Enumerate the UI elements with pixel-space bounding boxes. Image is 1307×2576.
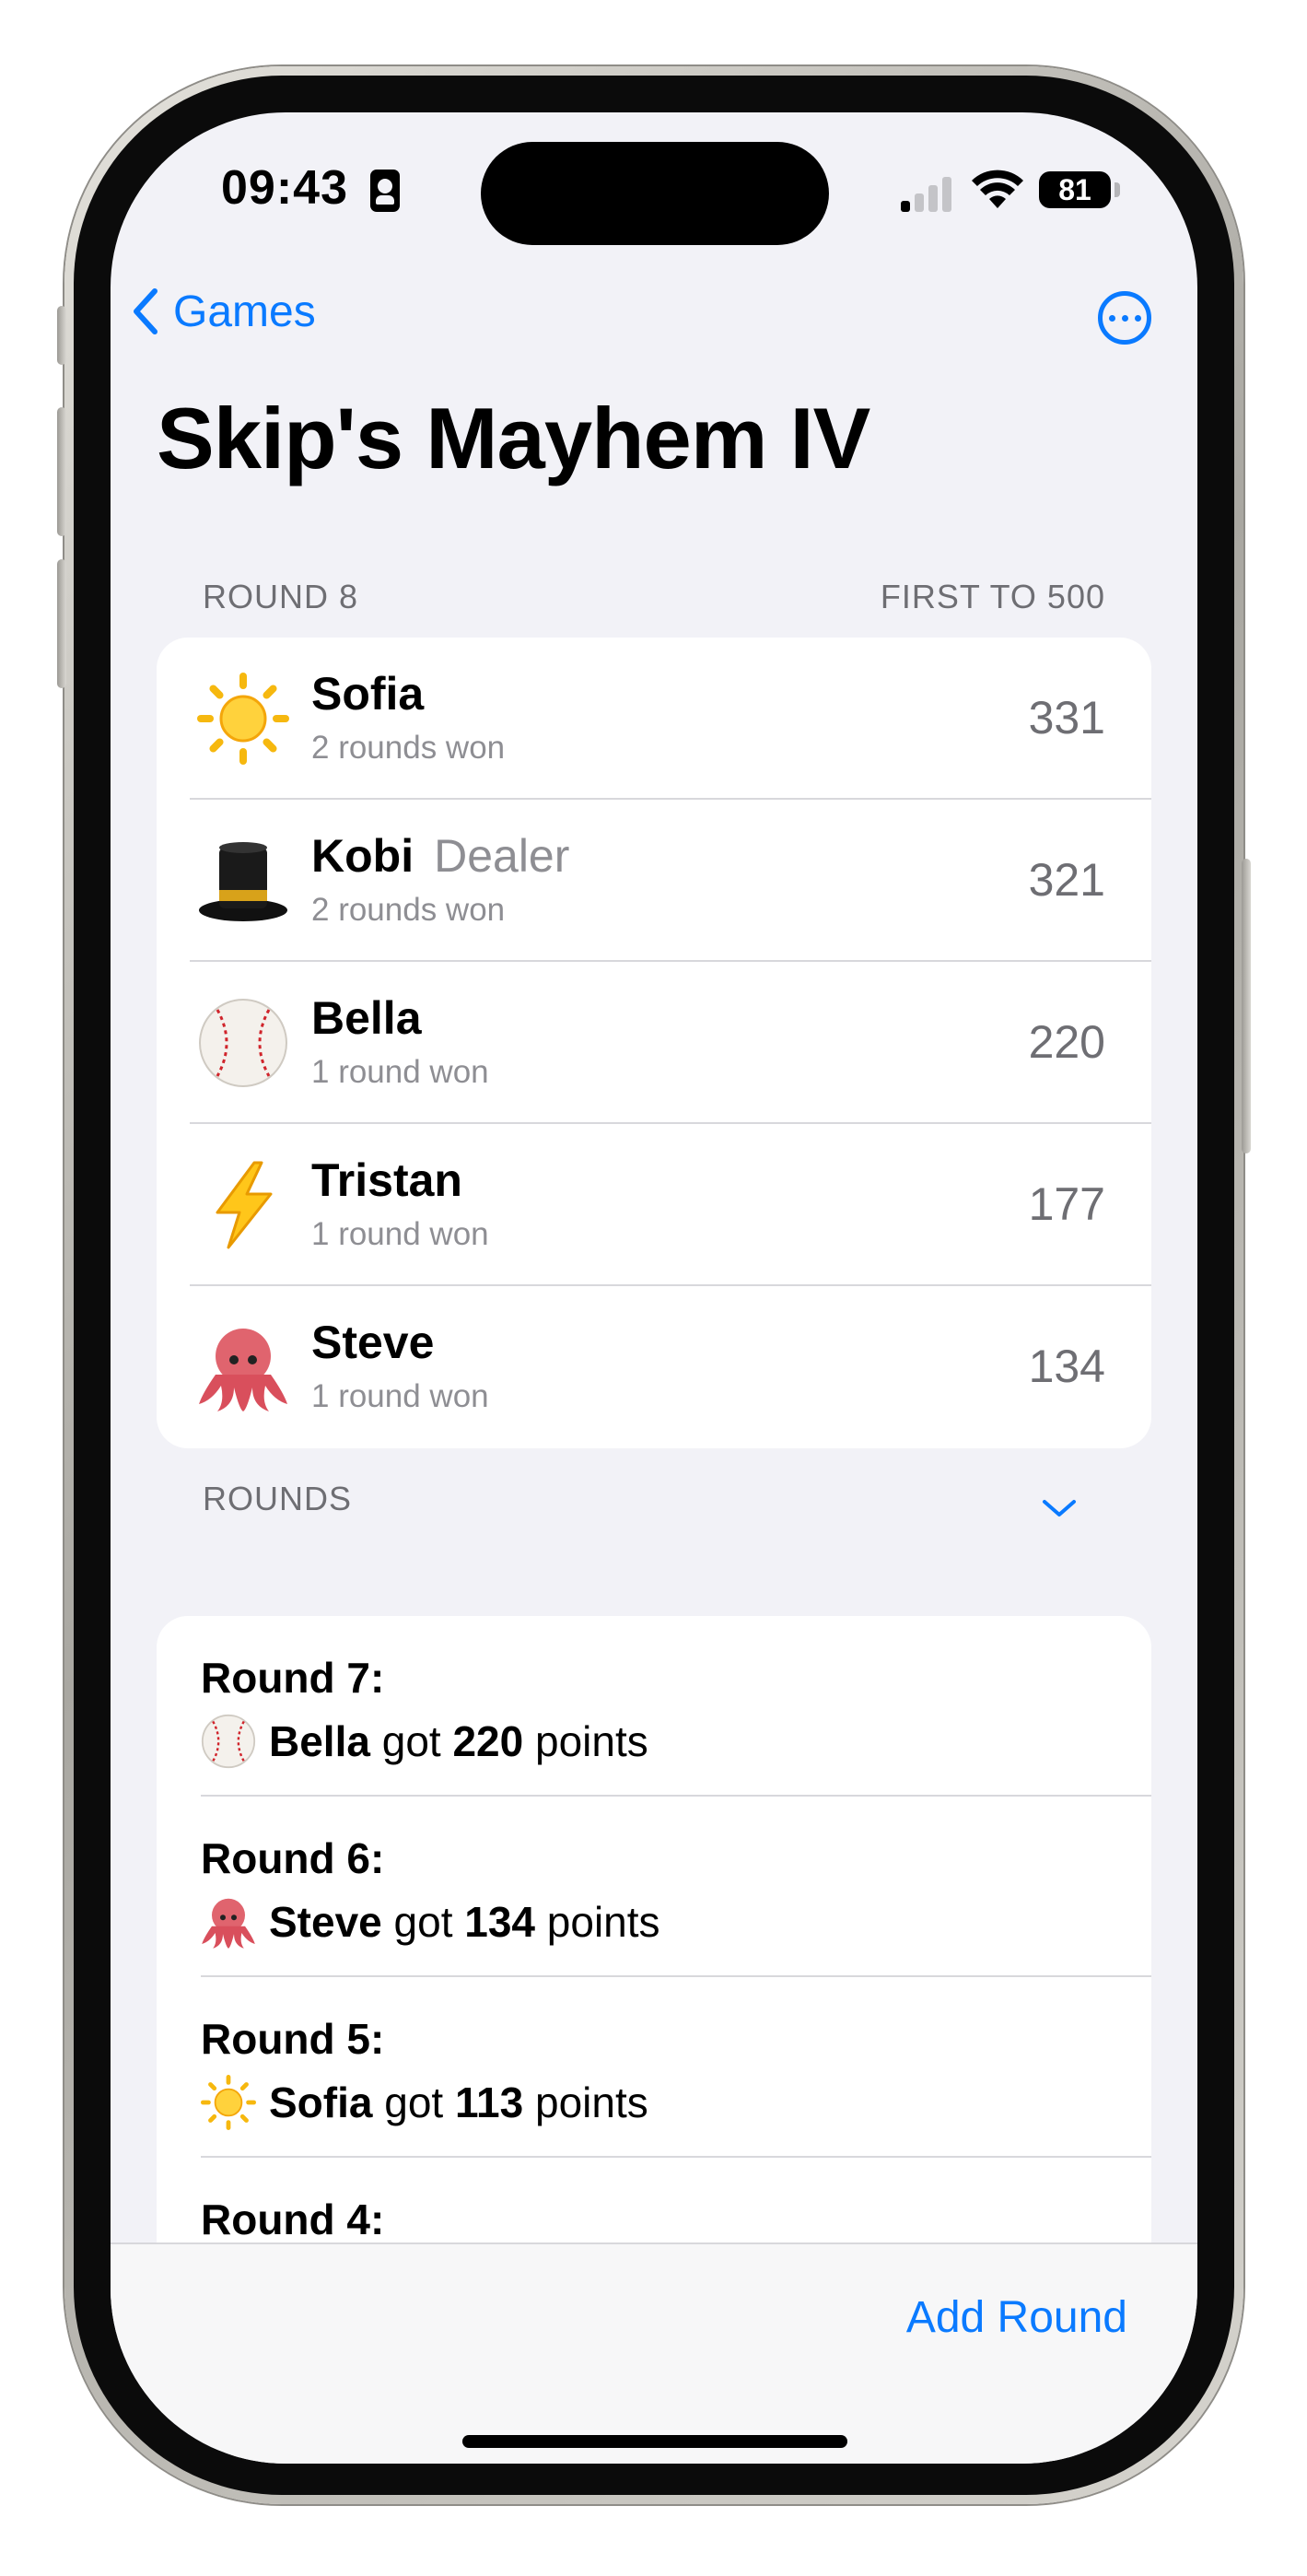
player-name: Bella	[311, 992, 422, 1044]
round-label: Round 6:	[201, 1834, 385, 1882]
screen: 09:43 81 Games Skip's Mayhem IV ROUND 8 …	[111, 112, 1197, 2464]
player-score: 177	[1028, 1178, 1105, 1230]
top-hat-icon	[199, 842, 287, 921]
goal-label: FIRST TO 500	[880, 578, 1105, 615]
player-score: 321	[1028, 854, 1105, 906]
rounds-title: ROUNDS	[203, 1480, 353, 1517]
page-title: Skip's Mayhem IV	[157, 390, 870, 486]
round-points: 113	[454, 2078, 524, 2126]
round-summary: Sofia got 113 points	[201, 2075, 648, 2130]
player-score: 331	[1028, 692, 1105, 744]
status-time: 09:43	[221, 161, 348, 215]
player-rounds-won: 2 rounds won	[311, 892, 506, 928]
rounds-list: Round 7: Bella got 220 points Round 6: S…	[157, 1616, 1151, 2279]
octopus-icon	[202, 1898, 255, 1949]
more-icon-dot	[1121, 314, 1128, 322]
octopus-icon	[199, 1329, 287, 1411]
round-item[interactable]: Round 5: Sofia got 113 points	[157, 1977, 1151, 2158]
rounds-header: ROUNDS	[203, 1480, 1105, 1518]
player-name: Tristan	[311, 1154, 462, 1206]
player-rounds-won: 1 round won	[311, 1378, 489, 1414]
action-button	[57, 306, 66, 365]
player-score: 134	[1028, 1341, 1105, 1392]
add-round-button[interactable]: Add Round	[906, 2292, 1127, 2343]
back-label: Games	[173, 287, 316, 336]
more-icon-dot	[1108, 314, 1115, 322]
battery-indicator: 81	[1039, 171, 1111, 208]
volume-up-button	[57, 407, 66, 536]
volume-down-button	[57, 559, 66, 688]
home-indicator[interactable]	[462, 2435, 847, 2448]
round-points: 220	[452, 1717, 524, 1765]
side-button	[1242, 859, 1251, 1153]
round-summary: Bella got 220 points	[201, 1714, 648, 1769]
player-rounds-won: 2 rounds won	[311, 730, 506, 766]
player-row[interactable]: Kobi Dealer 2 rounds won 321	[157, 800, 1151, 962]
battery-nub	[1114, 182, 1120, 197]
more-options-button[interactable]	[1098, 291, 1151, 345]
chevron-down-icon[interactable]	[1041, 1494, 1078, 1522]
player-score: 220	[1028, 1016, 1105, 1068]
lightning-icon	[216, 1161, 273, 1249]
sun-icon	[197, 673, 289, 765]
player-rounds-won: 1 round won	[311, 1216, 489, 1252]
round-player: Sofia	[269, 2078, 373, 2126]
player-name: Sofia	[311, 668, 425, 720]
back-button[interactable]: Games	[131, 278, 316, 345]
round-points: 134	[464, 1898, 536, 1946]
more-icon-dot	[1134, 314, 1141, 322]
round-label: Round 7:	[201, 1654, 385, 1702]
player-row[interactable]: Tristan 1 round won 177	[157, 1124, 1151, 1286]
player-row[interactable]: Sofia 2 rounds won 331	[157, 638, 1151, 800]
sun-icon	[201, 2075, 256, 2130]
round-label: Round 4:	[201, 2195, 385, 2243]
dealer-label: Dealer	[434, 830, 570, 882]
round-item[interactable]: Round 7: Bella got 220 points	[157, 1616, 1151, 1797]
standings-header: ROUND 8 FIRST TO 500	[203, 578, 1105, 616]
round-summary: Steve got 134 points	[201, 1894, 660, 1950]
round-item[interactable]: Round 6: Steve got 134 points	[157, 1797, 1151, 1977]
player-name: Steve	[311, 1317, 435, 1368]
round-player: Bella	[269, 1717, 370, 1765]
standings-list: Sofia 2 rounds won 331 Kobi Dealer 2 roun…	[157, 638, 1151, 1448]
chevron-left-icon	[134, 288, 158, 334]
round-label: Round 5:	[201, 2015, 385, 2063]
player-row[interactable]: Steve 1 round won 134	[157, 1286, 1151, 1448]
cellular-signal-icon	[901, 173, 954, 212]
round-player: Steve	[269, 1898, 382, 1946]
player-name: Kobi Dealer	[311, 830, 570, 882]
baseball-icon	[201, 1714, 256, 1769]
player-rounds-won: 1 round won	[311, 1054, 489, 1090]
dynamic-island	[481, 142, 829, 245]
bottom-toolbar: Add Round	[111, 2242, 1197, 2464]
wifi-icon	[972, 170, 1023, 208]
player-row[interactable]: Bella 1 round won 220	[157, 962, 1151, 1124]
baseball-icon	[199, 999, 287, 1087]
round-label: ROUND 8	[203, 578, 359, 615]
contact-card-icon	[370, 170, 400, 212]
